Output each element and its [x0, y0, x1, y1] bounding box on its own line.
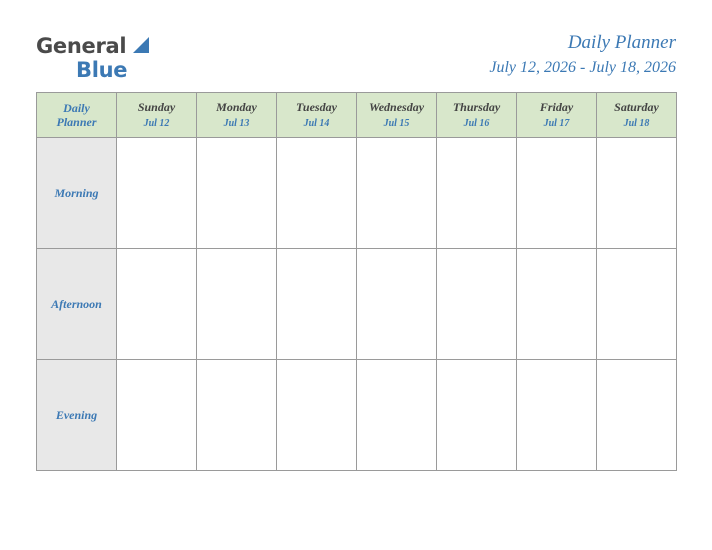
page-title: Daily Planner — [567, 32, 676, 53]
general-blue-logo: General Blue — [36, 34, 216, 86]
cell-evening-thursday[interactable] — [436, 359, 517, 471]
cell-evening-wednesday[interactable] — [356, 359, 437, 471]
cell-morning-tuesday[interactable] — [276, 137, 357, 249]
column-header-friday: Friday Jul 17 — [516, 92, 597, 138]
cell-morning-thursday[interactable] — [436, 137, 517, 249]
corner-label-line2: Planner — [56, 115, 97, 129]
cell-afternoon-friday[interactable] — [516, 248, 597, 360]
column-day-name: Friday — [539, 99, 574, 114]
cell-afternoon-wednesday[interactable] — [356, 248, 437, 360]
column-header-sunday: Sunday Jul 12 — [116, 92, 197, 138]
planner-table: Daily Planner Sunday Jul 12 Monday Jul 1… — [36, 92, 677, 471]
row-label-text: Afternoon — [51, 297, 102, 311]
row-label-evening: Evening — [36, 359, 117, 471]
table-row-evening: Evening — [36, 359, 677, 471]
cell-afternoon-tuesday[interactable] — [276, 248, 357, 360]
date-range: July 12, 2026 - July 18, 2026 — [489, 59, 676, 76]
page-header: General Blue Daily Planner July 12, 2026… — [36, 30, 676, 86]
column-date: Jul 12 — [143, 117, 170, 129]
row-label-afternoon: Afternoon — [36, 248, 117, 360]
column-header-saturday: Saturday Jul 18 — [596, 92, 677, 138]
logo-text-general: General — [36, 34, 127, 58]
planner-page: General Blue Daily Planner July 12, 2026… — [0, 0, 712, 550]
row-label-text: Evening — [55, 408, 98, 422]
column-day-name: Monday — [216, 99, 257, 114]
cell-evening-friday[interactable] — [516, 359, 597, 471]
cell-morning-monday[interactable] — [196, 137, 277, 249]
logo-triangle-icon — [133, 37, 149, 53]
column-header-tuesday: Tuesday Jul 14 — [276, 92, 357, 138]
column-day-name: Thursday — [452, 99, 501, 114]
column-date: Jul 16 — [463, 117, 490, 129]
column-date: Jul 13 — [223, 117, 250, 129]
column-date: Jul 18 — [623, 117, 650, 129]
column-date: Jul 17 — [543, 117, 570, 129]
cell-evening-sunday[interactable] — [116, 359, 197, 471]
column-day-name: Sunday — [137, 99, 176, 114]
cell-evening-monday[interactable] — [196, 359, 277, 471]
row-label-text: Morning — [54, 186, 99, 200]
column-day-name: Wednesday — [368, 99, 425, 114]
cell-afternoon-sunday[interactable] — [116, 248, 197, 360]
cell-morning-wednesday[interactable] — [356, 137, 437, 249]
cell-morning-sunday[interactable] — [116, 137, 197, 249]
column-header-thursday: Thursday Jul 16 — [436, 92, 517, 138]
row-label-morning: Morning — [36, 137, 117, 249]
column-date: Jul 15 — [383, 117, 410, 129]
cell-evening-tuesday[interactable] — [276, 359, 357, 471]
cell-morning-friday[interactable] — [516, 137, 597, 249]
title-block: Daily Planner July 12, 2026 - July 18, 2… — [489, 30, 676, 80]
column-header-monday: Monday Jul 13 — [196, 92, 277, 138]
table-header-row: Daily Planner Sunday Jul 12 Monday Jul 1… — [36, 92, 677, 138]
column-day-name: Tuesday — [296, 99, 337, 114]
table-row-afternoon: Afternoon — [36, 248, 677, 360]
column-day-name: Saturday — [614, 99, 659, 114]
column-date: Jul 14 — [303, 117, 330, 129]
cell-morning-saturday[interactable] — [596, 137, 677, 249]
corner-label-line1: Daily — [63, 101, 90, 115]
column-header-wednesday: Wednesday Jul 15 — [356, 92, 437, 138]
cell-evening-saturday[interactable] — [596, 359, 677, 471]
cell-afternoon-thursday[interactable] — [436, 248, 517, 360]
table-corner-cell: Daily Planner — [36, 92, 117, 138]
cell-afternoon-saturday[interactable] — [596, 248, 677, 360]
logo-text-blue: Blue — [76, 58, 128, 82]
cell-afternoon-monday[interactable] — [196, 248, 277, 360]
table-row-morning: Morning — [36, 137, 677, 249]
